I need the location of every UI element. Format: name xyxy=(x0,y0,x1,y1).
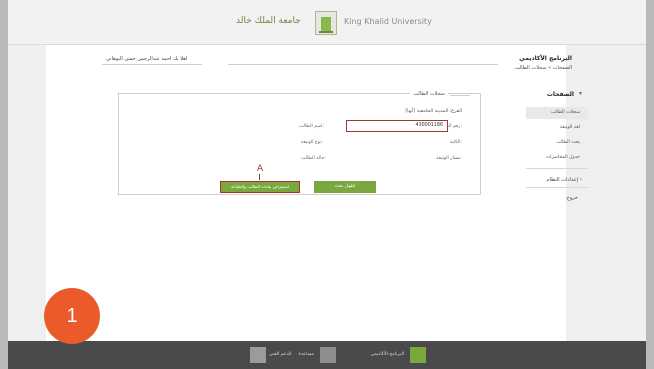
sidebar-item-student-search[interactable]: بحث الطالب xyxy=(526,137,588,149)
show-search-button[interactable]: اظهار بحث xyxy=(314,181,376,193)
sidebar-item-logout[interactable]: خروج xyxy=(567,195,579,201)
annotation-pointer xyxy=(259,174,260,180)
site-footer: البرنامج الأكاديمي مساعدة الدعم الفني xyxy=(8,341,646,369)
sidebar-item-system-settings[interactable]: إعدادات النظام xyxy=(547,177,578,183)
footer-item-label: مساعدة xyxy=(298,352,314,357)
footer-item-help[interactable]: مساعدة xyxy=(298,341,358,369)
sidebar-item-student-records[interactable]: سجلات الطالب xyxy=(526,107,588,119)
divider xyxy=(228,64,498,65)
branch-label: الفرع: المدينة الجامعية (أبها) xyxy=(405,109,462,114)
university-logo-icon[interactable] xyxy=(315,11,337,35)
footer-item-label: الدعم الفني xyxy=(269,352,292,357)
footer-item-program[interactable]: البرنامج الأكاديمي xyxy=(371,341,442,369)
major-label: مسار الوثيقة: xyxy=(436,156,462,161)
sidebar-item-schedule[interactable]: جدول المحاضرات xyxy=(526,152,588,164)
divider xyxy=(526,168,588,169)
student-id-input[interactable]: 430001186 xyxy=(346,120,448,132)
page-title: البرنامج الأكاديمي xyxy=(519,55,572,62)
chevron-down-icon[interactable]: ▾ xyxy=(579,90,582,97)
document-type-label: نوع الوثيقة: xyxy=(301,140,323,145)
site-header: جامعة الملك خالد King Khalid University xyxy=(8,0,646,45)
divider xyxy=(450,95,470,96)
view-student-data-button[interactable]: استعراض بيانات الطالب والطباعة xyxy=(220,181,300,193)
support-icon xyxy=(250,347,266,363)
annotation-marker: A xyxy=(257,164,264,174)
student-records-form: سجلات الطالب الفرع: المدينة الجامعية (أب… xyxy=(118,91,481,195)
college-label: الكلية: xyxy=(449,140,462,145)
logo-english-text: King Khalid University xyxy=(344,17,432,26)
step-number-badge: 1 xyxy=(44,288,100,344)
breadcrumb[interactable]: الصفحات » سجلات الطالب xyxy=(515,65,572,71)
sidebar-item-document-language[interactable]: لغة الوثيقة xyxy=(526,122,588,134)
user-greeting: اهلا بك احمد عبدالرحمن حسن البوهاني xyxy=(106,56,188,62)
divider xyxy=(102,64,202,65)
footer-item-label: البرنامج الأكاديمي xyxy=(370,352,404,357)
footer-item-support[interactable]: الدعم الفني xyxy=(238,341,298,369)
logo-arabic-text: جامعة الملك خالد xyxy=(236,16,301,26)
app-frame: جامعة الملك خالد King Khalid University … xyxy=(8,0,646,369)
student-name-label: اسم الطالب: xyxy=(299,124,324,129)
form-legend: سجلات الطالب xyxy=(410,91,448,97)
program-logo-icon xyxy=(410,347,426,363)
sidebar-heading[interactable]: الصفحات xyxy=(547,91,574,98)
help-icon xyxy=(320,347,336,363)
sidebar: ▾ الصفحات سجلات الطالب لغة الوثيقة بحث ا… xyxy=(518,85,588,245)
divider xyxy=(526,187,588,188)
student-status-label: حالة الطالب: xyxy=(301,156,326,161)
chevron-left-icon[interactable]: ‹ xyxy=(580,176,582,183)
